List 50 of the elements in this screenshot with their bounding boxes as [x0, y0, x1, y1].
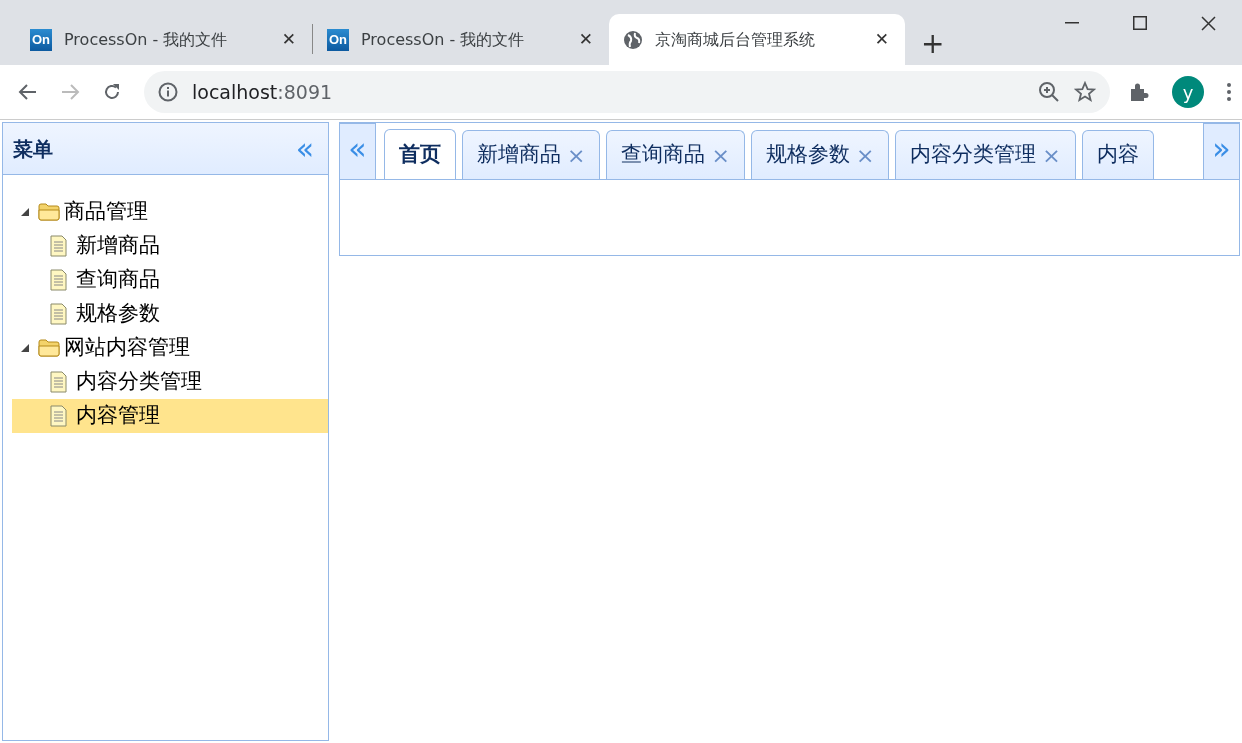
tab[interactable]: 首页 — [384, 129, 456, 179]
tab[interactable]: 新增商品 × — [462, 130, 601, 179]
expand-triangle-icon[interactable] — [20, 207, 30, 217]
address-bar[interactable]: localhost:8091 — [144, 71, 1110, 113]
document-icon — [50, 269, 67, 291]
close-button[interactable]: ✕ — [870, 26, 893, 53]
site-icon: On — [327, 28, 349, 51]
star-icon — [1074, 81, 1096, 103]
globe-icon — [623, 29, 643, 50]
back-icon — [18, 82, 38, 102]
zoom-icon — [1038, 81, 1060, 103]
tab[interactable]: 内容 — [1081, 130, 1154, 179]
close-icon — [1200, 15, 1216, 31]
tab-title: 京淘商城后台管理系统 — [655, 28, 816, 51]
expand-triangle-icon[interactable] — [20, 343, 30, 353]
browser-tab[interactable]: On ProcessOn - 我的文件 ✕ — [313, 14, 609, 65]
url-text: localhost:8091 — [192, 79, 333, 105]
reload-icon — [102, 82, 122, 102]
tab[interactable]: 内容分类管理 × — [895, 130, 1076, 179]
document-icon — [50, 303, 67, 325]
document-icon — [50, 405, 67, 427]
document-icon — [50, 235, 67, 257]
panel-title: 菜单 — [13, 135, 54, 163]
tab-title: ProcessOn - 我的文件 — [361, 28, 526, 51]
info-icon — [158, 82, 178, 102]
tab[interactable]: 查询商品 × — [606, 130, 745, 179]
folder-icon — [38, 338, 60, 358]
tree-item[interactable]: 商品管理 — [12, 195, 328, 229]
browser-tab[interactable]: 京淘商城后台管理系统 ✕ — [609, 14, 905, 65]
tree-item[interactable]: 内容管理 — [12, 399, 328, 433]
maximize-icon — [1133, 16, 1147, 30]
more-icon — [1226, 82, 1232, 102]
profile-avatar[interactable]: y — [1172, 76, 1204, 108]
forward-icon — [60, 82, 80, 102]
extensions-icon — [1128, 81, 1150, 103]
tab-title: ProcessOn - 我的文件 — [64, 28, 229, 51]
minimize-icon — [1065, 22, 1079, 24]
close-button[interactable]: ✕ — [574, 26, 597, 53]
tab[interactable]: 规格参数 × — [750, 130, 890, 179]
tree-item[interactable]: 规格参数 — [12, 297, 328, 331]
site-icon: On — [30, 28, 52, 51]
tree-item[interactable]: 内容分类管理 — [12, 365, 328, 399]
tree-item[interactable]: 查询商品 — [12, 263, 328, 297]
close-button[interactable]: ✕ — [277, 26, 300, 53]
folder-icon — [38, 202, 60, 222]
browser-tab[interactable]: On ProcessOn - 我的文件 ✕ — [16, 14, 312, 65]
tree-item[interactable]: 新增商品 — [12, 229, 328, 263]
tree-item[interactable]: 网站内容管理 — [12, 331, 328, 365]
document-icon — [50, 371, 67, 393]
new-tab-button[interactable]: + — [915, 29, 951, 59]
